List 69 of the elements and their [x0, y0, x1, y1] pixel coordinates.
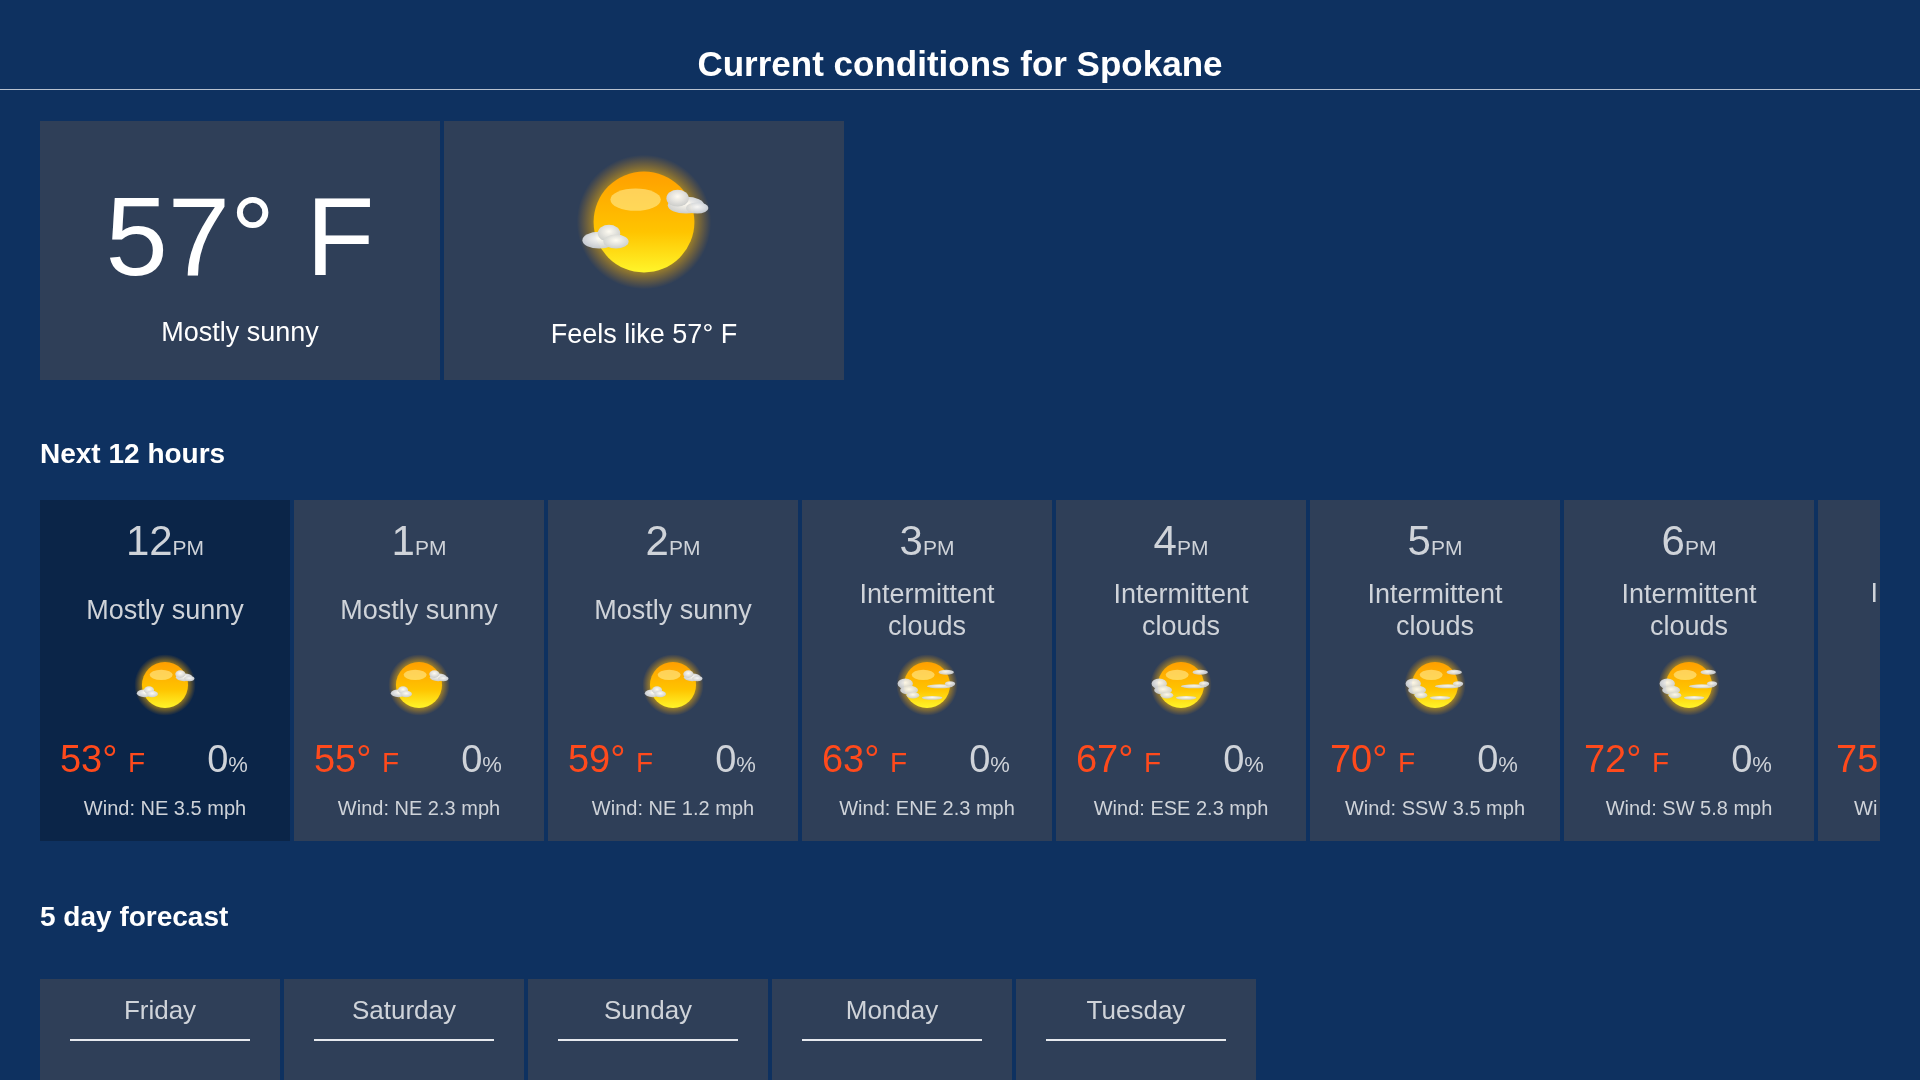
- precipitation-chance: 0%: [207, 737, 248, 781]
- wind-text: Wind: NE 1.2 mph: [591, 796, 755, 821]
- day-card[interactable]: Friday: [40, 979, 280, 1080]
- hour-time: 2PM: [645, 517, 701, 565]
- wind-text: Wind: SSW 3.5 mph: [1344, 796, 1526, 821]
- temperature: 70° F: [1329, 737, 1416, 781]
- day-card[interactable]: Monday: [772, 979, 1012, 1080]
- wind-text: Wind: NE 2.3 mph: [337, 796, 501, 821]
- temperature: 67° F: [1075, 737, 1162, 781]
- hour-card[interactable]: I 75 Wi: [1818, 500, 1880, 841]
- wind-text: Wind: ESE 2.3 mph: [1093, 796, 1269, 821]
- condition-text: Mostly sunny: [161, 316, 319, 349]
- precipitation-chance: 0%: [969, 737, 1010, 781]
- temperature: 53° F: [59, 737, 146, 781]
- temperature: 75: [1836, 738, 1879, 780]
- sun-cloud-icon: [387, 653, 451, 717]
- condition-text: Mostly sunny: [594, 594, 752, 626]
- temperature: 72° F: [1583, 737, 1670, 781]
- hour-time: 12PM: [125, 517, 205, 565]
- day-name: Friday: [70, 979, 250, 1041]
- temperature: 63° F: [821, 737, 908, 781]
- condition-text: Mostly sunny: [340, 594, 498, 626]
- hour-card[interactable]: 4PM Intermittent clouds 67° F 0% Wind: ESE 2.3 mph: [1056, 500, 1306, 841]
- wind-text: Wind: SW 5.8 mph: [1605, 796, 1773, 821]
- hour-card[interactable]: 1PM Mostly sunny 55° F 0% Wind: NE 2.3 mph: [294, 500, 544, 841]
- hour-time: 6PM: [1661, 517, 1717, 565]
- precipitation-chance: 0%: [1731, 737, 1772, 781]
- day-name: Sunday: [558, 979, 738, 1041]
- feels-like-text: Feels like 57° F: [550, 318, 738, 351]
- wind-text: Wind: NE 3.5 mph: [83, 796, 247, 821]
- precipitation-chance: 0%: [1477, 737, 1518, 781]
- day-card[interactable]: Tuesday: [1016, 979, 1256, 1080]
- day-name: Monday: [802, 979, 982, 1041]
- hour-card[interactable]: 2PM Mostly sunny 59° F 0% Wind: NE 1.2 mph: [548, 500, 798, 841]
- hour-time: 5PM: [1407, 517, 1463, 565]
- condition-text: Mostly sunny: [86, 594, 244, 626]
- section-heading: Next 12 hours: [40, 437, 227, 471]
- sun-cloud-icon: [1403, 653, 1467, 717]
- precipitation-chance: 0%: [461, 737, 502, 781]
- sun-cloud-icon: [1657, 653, 1721, 717]
- hour-time: 3PM: [899, 517, 955, 565]
- hour-card[interactable]: 12PM Mostly sunny 53° F 0% Wind: NE 3.5 mph: [40, 500, 290, 841]
- day-name: Tuesday: [1046, 979, 1226, 1041]
- condition-text: Intermittent clouds: [1620, 578, 1758, 642]
- temperature: 59° F: [567, 737, 654, 781]
- current-temperature: 57° F: [105, 181, 375, 293]
- condition-text: I: [1870, 578, 1878, 608]
- hour-card[interactable]: 3PM Intermittent clouds 63° F 0% Wind: ENE 2.3 mph: [802, 500, 1052, 841]
- section-heading: 5 day forecast: [40, 900, 230, 934]
- day-name: Saturday: [314, 979, 494, 1041]
- day-card[interactable]: Saturday: [284, 979, 524, 1080]
- condition-text: Intermittent clouds: [858, 578, 996, 642]
- page-title: Current conditions for Spokane: [696, 43, 1224, 85]
- hour-time: 4PM: [1153, 517, 1209, 565]
- hour-time: 1PM: [391, 517, 447, 565]
- sun-cloud-icon: [133, 653, 197, 717]
- hour-card[interactable]: 6PM Intermittent clouds 72° F 0% Wind: SW 5.8 mph: [1564, 500, 1814, 841]
- wind-text: Wi: [1854, 797, 1878, 819]
- precipitation-chance: 0%: [1223, 737, 1264, 781]
- sun-cloud-icon: [641, 653, 705, 717]
- condition-text: Intermittent clouds: [1112, 578, 1250, 642]
- precipitation-chance: 0%: [715, 737, 756, 781]
- temperature: 55° F: [313, 737, 400, 781]
- sun-cloud-icon: [895, 653, 959, 717]
- condition-text: Intermittent clouds: [1366, 578, 1504, 642]
- sun-cloud-icon: [1149, 653, 1213, 717]
- hour-card[interactable]: 5PM Intermittent clouds 70° F 0% Wind: SSW 3.5 mph: [1310, 500, 1560, 841]
- wind-text: Wind: ENE 2.3 mph: [839, 796, 1015, 821]
- day-card[interactable]: Sunday: [528, 979, 768, 1080]
